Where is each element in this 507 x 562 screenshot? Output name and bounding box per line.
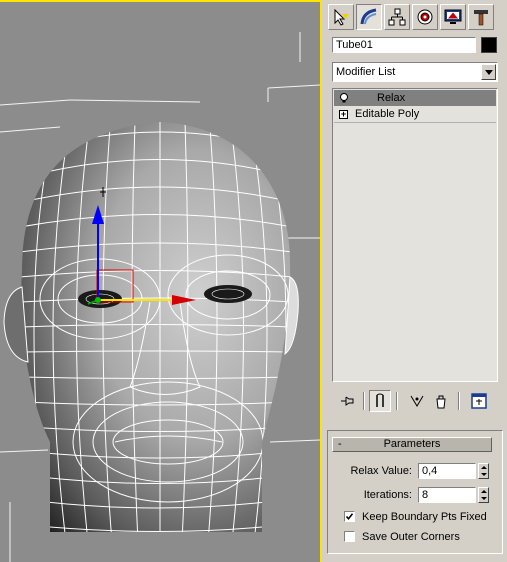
modify-icon xyxy=(360,8,377,25)
remove-modifier-icon xyxy=(436,395,446,409)
tab-create[interactable] xyxy=(328,4,354,30)
plus-box-icon[interactable]: + xyxy=(339,110,348,119)
tab-motion[interactable] xyxy=(412,4,438,30)
modifier-list-dropdown[interactable]: Modifier List xyxy=(332,62,498,82)
lightbulb-icon[interactable] xyxy=(339,93,349,103)
object-name-field[interactable]: Tube01 xyxy=(332,37,476,53)
pin-stack-icon xyxy=(341,396,354,406)
make-unique-button[interactable] xyxy=(406,390,428,412)
iterations-label: Iterations: xyxy=(363,489,412,501)
keep-boundary-label: Keep Boundary Pts Fixed xyxy=(362,511,487,523)
stack-toolbar xyxy=(332,390,502,412)
relax-value-field[interactable]: 0,4 xyxy=(418,463,476,479)
create-icon xyxy=(334,8,349,26)
stack-item-label: Relax xyxy=(377,92,406,104)
collapse-icon: - xyxy=(338,438,342,450)
stack-item-label: Editable Poly xyxy=(355,108,420,120)
motion-icon xyxy=(417,9,433,25)
parameters-rollout: - Parameters Relax Value: 0,4 Iterations… xyxy=(327,430,503,554)
relax-value-label: Relax Value: xyxy=(350,465,412,477)
tab-hierarchy[interactable] xyxy=(384,4,410,30)
configure-modifier-sets-icon xyxy=(471,393,487,409)
command-panel-tabs xyxy=(328,4,504,30)
save-outer-corners-checkbox[interactable] xyxy=(344,531,355,542)
modifier-stack: Relax + Editable Poly xyxy=(332,88,498,382)
relax-value-spinner[interactable] xyxy=(478,463,489,479)
iterations-spinner[interactable] xyxy=(478,487,489,503)
head-wireframe-mesh xyxy=(0,32,320,562)
stack-item-editable-poly[interactable]: + Editable Poly xyxy=(334,107,496,123)
command-panel: Tube01 Modifier List Relax + Editable Po… xyxy=(324,0,507,562)
modifier-list-label: Modifier List xyxy=(336,66,396,78)
stack-item-relax[interactable]: Relax xyxy=(334,90,496,106)
pin-stack-button[interactable] xyxy=(336,390,358,412)
tab-display[interactable] xyxy=(440,4,466,30)
viewport-perspective[interactable] xyxy=(0,0,322,562)
show-end-result-icon xyxy=(376,393,384,407)
object-color-swatch[interactable] xyxy=(481,37,497,53)
tab-utilities[interactable] xyxy=(468,4,494,30)
iterations-field[interactable]: 8 xyxy=(418,487,476,503)
dropdown-arrow-button[interactable] xyxy=(481,64,496,80)
parameters-rollout-header[interactable]: - Parameters xyxy=(332,437,492,452)
tab-modify[interactable] xyxy=(356,4,382,30)
display-icon xyxy=(444,9,462,24)
show-end-result-button[interactable] xyxy=(369,390,391,412)
save-outer-corners-label: Save Outer Corners xyxy=(362,531,460,543)
checkmark-icon xyxy=(345,513,354,521)
hierarchy-icon xyxy=(388,8,406,26)
chevron-down-icon xyxy=(484,69,493,75)
remove-modifier-button[interactable] xyxy=(430,390,452,412)
utilities-icon xyxy=(474,10,488,26)
keep-boundary-checkbox[interactable] xyxy=(344,511,355,522)
configure-modifier-sets-button[interactable] xyxy=(468,390,490,412)
rollout-title: Parameters xyxy=(383,438,441,450)
make-unique-icon xyxy=(410,395,424,407)
